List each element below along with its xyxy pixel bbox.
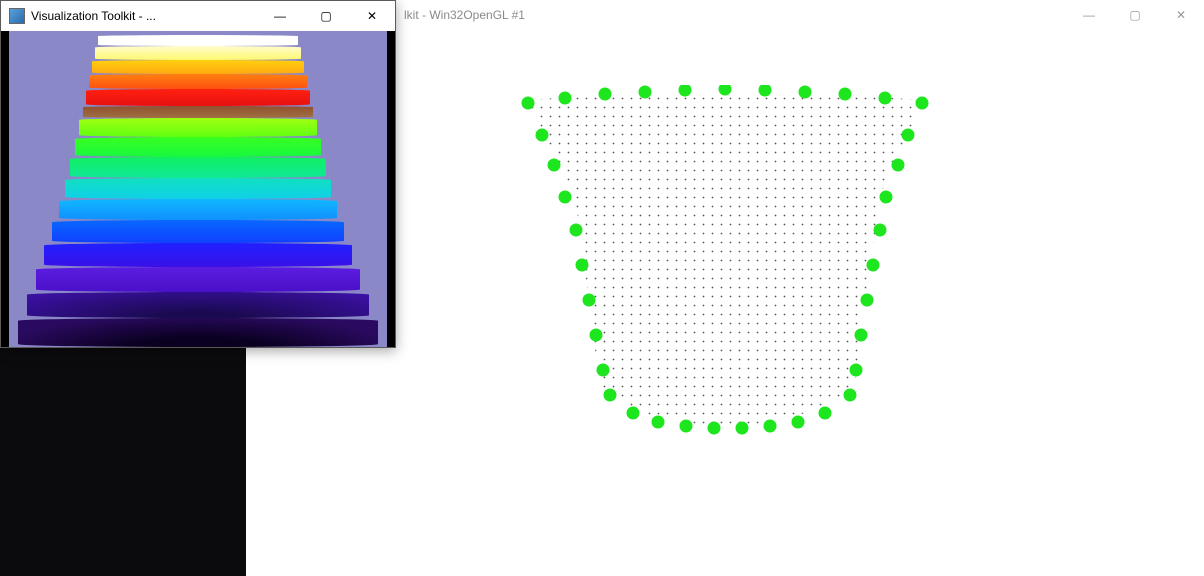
minimize-icon: — [1083,8,1095,22]
maximize-icon: ▢ [320,9,331,23]
foreground-window[interactable]: Visualization Toolkit - ... — ▢ ✕ [0,0,396,348]
close-icon: ✕ [367,9,377,23]
bg-left-dark-panel [0,348,246,576]
bg-window-title: lkit - Win32OpenGL #1 [396,8,525,22]
bg-minimize-button[interactable]: — [1066,0,1112,30]
fg-minimize-button[interactable]: — [257,1,303,31]
fg-titlebar[interactable]: Visualization Toolkit - ... — ▢ ✕ [1,1,395,31]
fg-window-title: Visualization Toolkit - ... [31,9,156,23]
maximize-icon: ▢ [1129,8,1140,22]
bg-close-button[interactable]: ✕ [1158,0,1204,30]
minimize-icon: — [274,9,286,23]
rainbow-visualization [1,31,395,347]
grid-visualization [510,85,940,445]
close-icon: ✕ [1176,8,1186,22]
fg-close-button[interactable]: ✕ [349,1,395,31]
bg-maximize-button[interactable]: ▢ [1112,0,1158,30]
fg-maximize-button[interactable]: ▢ [303,1,349,31]
app-icon [9,8,25,24]
